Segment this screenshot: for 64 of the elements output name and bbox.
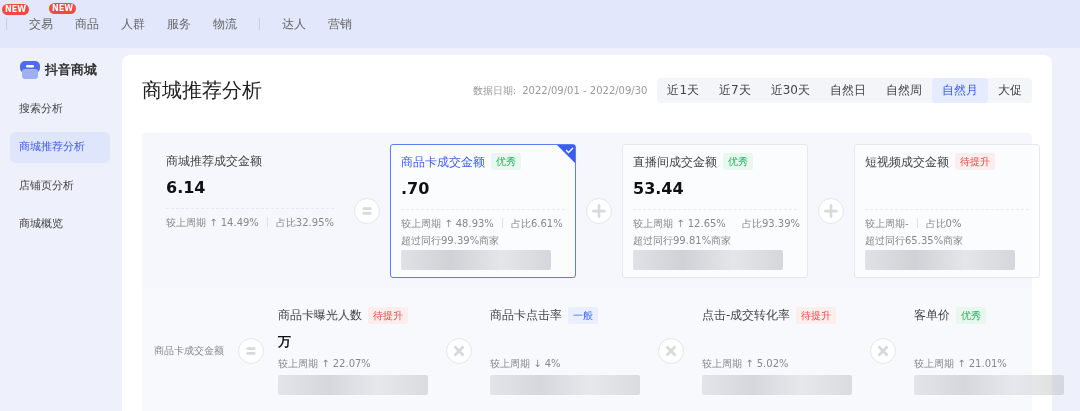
nav-link[interactable]: 商品 xyxy=(75,15,99,33)
share-percent: 占比32.95% xyxy=(275,215,334,230)
share-percent: 占比0% xyxy=(925,216,962,231)
metric-title: 商品卡曝光人数 xyxy=(278,307,362,324)
metric-title: 点击-成交转化率 xyxy=(702,307,791,324)
sidebar-item[interactable]: 商城推荐分析 xyxy=(10,132,110,163)
nav-link[interactable]: 服务 xyxy=(167,15,191,33)
metric-value: .70 xyxy=(401,177,430,200)
rating-tag: 优秀 xyxy=(723,153,753,170)
rating-tag: 优秀 xyxy=(491,153,521,170)
metric-title: 商品卡点击率 xyxy=(490,307,562,324)
period-compare: 较上周期 ↑ 21.01% xyxy=(914,357,1008,371)
period-tab[interactable]: 自然周 xyxy=(876,77,932,103)
nav-link[interactable]: 交易 xyxy=(29,17,53,31)
period-compare: 较上周期 ↑ 22.07% xyxy=(278,357,372,371)
peer-rank-text: 超过同行99.81%商家 xyxy=(633,233,733,248)
nav-link[interactable]: 达人 xyxy=(282,15,306,33)
brand-name: 抖音商城 xyxy=(45,61,97,79)
metric-title: 商城推荐成交金额 xyxy=(166,152,262,170)
rating-tag: 待提升 xyxy=(368,306,408,324)
period-compare: 较上周期 ↑ 48.93% xyxy=(401,216,494,231)
breakdown-label: 商品卡成交金额 xyxy=(154,344,224,358)
store-logo-icon xyxy=(20,60,40,79)
peer-rank-text: 超过同行99.39%商家 xyxy=(401,233,501,248)
peer-rank-text: 超过同行65.35%商家 xyxy=(865,233,965,248)
period-tab[interactable]: 自然日 xyxy=(820,77,876,103)
metric-card[interactable]: 短视频成交金额 待提升 较上周期- 占比0% 超过同行65.35%商家 xyxy=(854,143,1040,278)
nav-link[interactable]: 营销 xyxy=(328,15,352,33)
period-tab[interactable]: 近30天 xyxy=(760,77,820,103)
new-badge: NEW xyxy=(49,3,76,14)
nav-link[interactable]: 人群 xyxy=(121,15,145,33)
sidebar-item[interactable]: 店铺页分析 xyxy=(10,170,110,201)
nav-link[interactable]: 物流 xyxy=(213,15,237,33)
rating-tag: 待提升 xyxy=(796,306,837,324)
metric-value: 万 xyxy=(278,333,291,352)
check-corner-icon xyxy=(557,144,575,163)
share-percent: 占比93.39% xyxy=(741,216,800,231)
sidebar-item[interactable]: 商城概览 xyxy=(10,209,110,240)
period-compare: 较上周期 ↑ 14.49% xyxy=(166,215,259,230)
metric-value: 53.44 xyxy=(633,177,684,200)
metric-title: 直播间成交金额 xyxy=(633,153,717,171)
period-tab[interactable]: 自然月 xyxy=(932,77,988,103)
metric-title: 客单价 xyxy=(914,307,950,324)
rating-tag: 优秀 xyxy=(956,306,986,324)
period-tab[interactable]: 近1天 xyxy=(657,77,710,103)
metric-title: 短视频成交金额 xyxy=(865,153,949,171)
rating-tag: 一般 xyxy=(568,306,598,324)
period-compare: 较上周期 ↓ 4% xyxy=(490,357,562,371)
metric-value: 6.14 xyxy=(166,176,206,199)
sidebar-item[interactable]: 搜索分析 xyxy=(10,93,110,124)
share-percent: 占比6.61% xyxy=(510,216,563,231)
period-compare: 较上周期- xyxy=(865,216,909,231)
metric-title: 商品卡成交金额 xyxy=(401,153,485,171)
period-compare: 较上周期 ↑ 5.02% xyxy=(702,357,790,371)
period-tab[interactable]: 近7天 xyxy=(709,77,761,103)
page-title: 商城推荐分析 xyxy=(142,77,262,104)
period-compare: 较上周期 ↑ 12.65% xyxy=(633,216,726,231)
date-range: 2022/09/01 - 2022/09/30 xyxy=(522,83,648,98)
metric-card[interactable]: 商品卡成交金额 优秀 .70 较上周期 ↑ 48.93% 占比6.61% 超过同行99.39%商家 xyxy=(390,143,576,278)
metric-card[interactable]: 直播间成交金额 优秀 53.44 较上周期 ↑ 12.65% 占比93.39% 超过同行99.81%商家 xyxy=(622,143,808,278)
new-badge: NEW xyxy=(2,4,29,15)
rating-tag: 待提升 xyxy=(955,153,995,170)
period-tab[interactable]: 大促 xyxy=(988,77,1032,103)
date-label: 数据日期: xyxy=(472,83,517,98)
